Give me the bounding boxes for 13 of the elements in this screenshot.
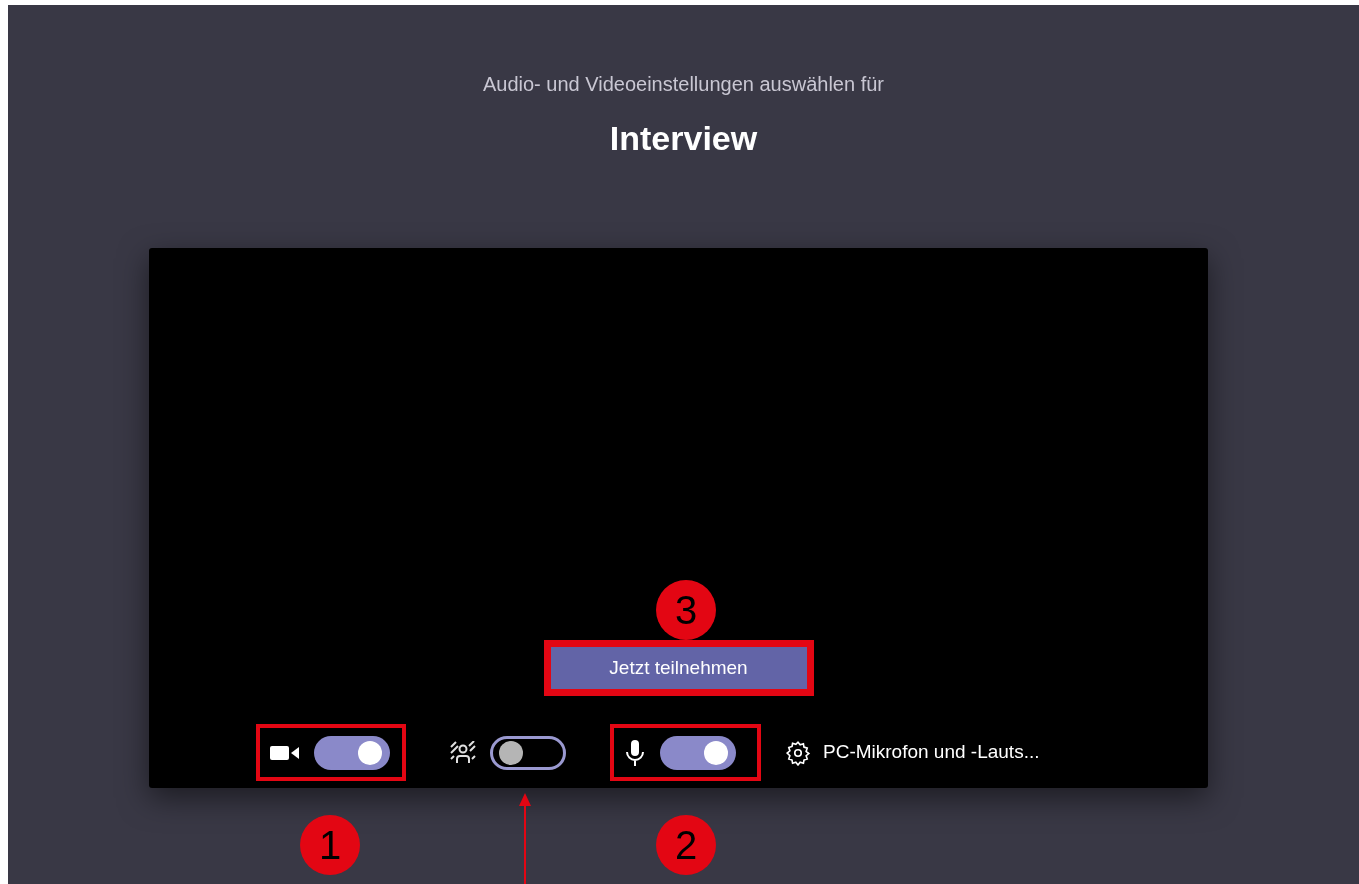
background-toggle[interactable]: [490, 735, 566, 770]
callout-number: 2: [656, 815, 716, 875]
microphone-icon: [624, 738, 646, 767]
background-blur-icon: [450, 740, 476, 765]
microphone-toggle[interactable]: [660, 735, 736, 770]
settings-icon: [785, 739, 811, 766]
subtitle: Audio- und Videoeinstellungen auswählen für: [482, 72, 884, 97]
camera-icon: [270, 743, 300, 762]
audio-device-button[interactable]: PC-Mikrofon und -Lauts...: [785, 738, 1040, 767]
callout-number: 1: [300, 815, 360, 875]
camera-toggle[interactable]: [314, 735, 390, 770]
meeting-title: Interview: [609, 118, 758, 159]
join-button[interactable]: Jetzt teilnehmen: [550, 647, 807, 689]
